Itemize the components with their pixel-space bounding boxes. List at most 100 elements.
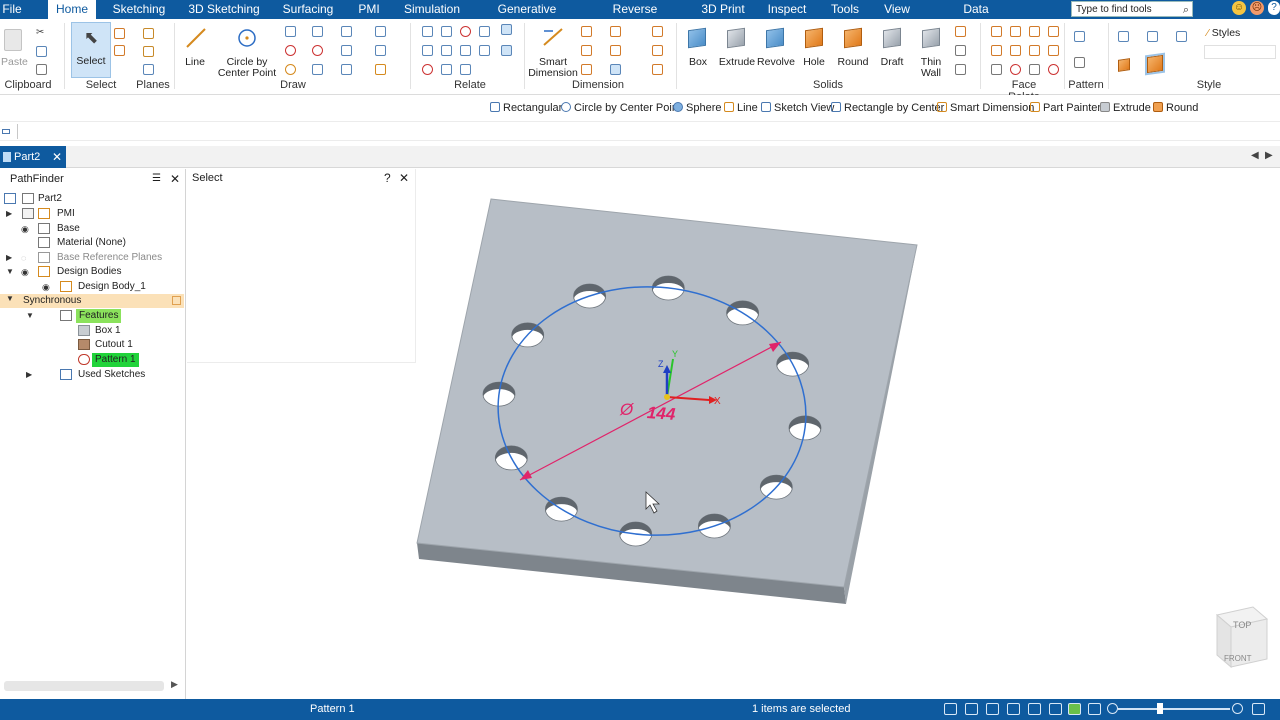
expand-icon[interactable]: ▶: [26, 368, 32, 382]
tree-part[interactable]: Part2: [4, 192, 184, 206]
find-tools-input[interactable]: Type to find tools ⌕: [1071, 1, 1193, 17]
box-icon[interactable]: [688, 27, 706, 49]
zoom-out-icon[interactable]: [1107, 703, 1118, 714]
extrude-icon[interactable]: [727, 27, 745, 49]
variable-table-icon[interactable]: [652, 26, 663, 37]
maintain-relationships-icon[interactable]: [501, 24, 512, 35]
face-options-icon[interactable]: [1048, 64, 1059, 75]
tree-features[interactable]: ▼ Features: [4, 309, 184, 323]
symmetric-icon[interactable]: [441, 64, 452, 75]
quick-sphere[interactable]: Sphere: [673, 102, 721, 114]
checkbox-icon[interactable]: [22, 208, 34, 219]
rotate-view-icon[interactable]: [1028, 703, 1041, 715]
menu-data-management[interactable]: Data Management: [928, 0, 1024, 35]
paste-icon[interactable]: [4, 29, 22, 51]
fillet-icon[interactable]: [341, 26, 352, 37]
tangent-face-icon[interactable]: [991, 45, 1002, 56]
feedback-icon[interactable]: ☹: [1250, 1, 1264, 15]
zoom-icon[interactable]: [965, 703, 978, 715]
angle-between-icon[interactable]: [581, 45, 592, 56]
sync-options-icon[interactable]: [172, 296, 181, 305]
menu-home[interactable]: Home: [48, 0, 96, 19]
dimension-axis-icon[interactable]: [652, 64, 663, 75]
angular-coordinate-icon[interactable]: [610, 45, 621, 56]
line-icon[interactable]: [185, 27, 207, 49]
diameter-value[interactable]: 144: [646, 403, 676, 424]
thin-wall-icon[interactable]: [922, 27, 940, 49]
cut-icon[interactable]: ✂: [36, 28, 46, 38]
close-icon[interactable]: ✕: [399, 171, 409, 185]
dimension-style-icon[interactable]: [610, 64, 621, 75]
select-mode-icon[interactable]: [114, 45, 125, 56]
expand-icon[interactable]: ▶: [6, 251, 12, 265]
select-button[interactable]: ⬉ Select: [71, 22, 111, 78]
coordinate-system-icon[interactable]: [143, 64, 154, 75]
lock-icon[interactable]: [479, 26, 490, 37]
tree-base-reference-planes[interactable]: ▶ ◌ Base Reference Planes: [4, 251, 184, 265]
hole-icon[interactable]: [805, 27, 823, 49]
circle-center-point-icon[interactable]: [236, 27, 258, 49]
view-style-3-icon[interactable]: [1176, 31, 1187, 42]
scroll-left-icon[interactable]: ◀: [1251, 150, 1259, 161]
window-icon[interactable]: [1252, 703, 1265, 715]
coaxial-icon[interactable]: [1048, 26, 1059, 37]
shaded-view-icon[interactable]: [1068, 703, 1081, 715]
quick-line[interactable]: Line: [724, 102, 758, 114]
menu-3d-print[interactable]: 3D Print: [699, 0, 747, 19]
horizontal-vertical-icon[interactable]: [422, 45, 433, 56]
tree-cutout-1[interactable]: Cutout 1: [4, 338, 184, 352]
view-style-1-icon[interactable]: [1118, 31, 1129, 42]
plane-icon[interactable]: [143, 28, 154, 39]
menu-inspect[interactable]: Inspect: [765, 0, 809, 19]
ellipse-icon[interactable]: [312, 45, 323, 56]
coplanar-icon[interactable]: [991, 26, 1002, 37]
shading-edges-icon[interactable]: [1145, 52, 1165, 76]
zoom-area-icon[interactable]: [944, 703, 957, 715]
distance-between-icon[interactable]: [581, 26, 592, 37]
symmetric-face-icon[interactable]: [1010, 45, 1021, 56]
tree-design-bodies[interactable]: ▼ ◉ Design Bodies: [4, 265, 184, 279]
menu-sketching[interactable]: Sketching: [108, 0, 170, 19]
view-orientation-icon[interactable]: [1088, 703, 1101, 715]
lip-icon[interactable]: [955, 64, 966, 75]
perpendicular-icon[interactable]: [479, 45, 490, 56]
parallel-face-icon[interactable]: [1010, 26, 1021, 37]
pathfinder-menu-icon[interactable]: ☰: [152, 169, 161, 189]
scroll-right-icon[interactable]: ▶: [1265, 150, 1273, 161]
tree-material[interactable]: Material (None): [4, 236, 184, 250]
arc-icon[interactable]: [285, 45, 296, 56]
smiley-icon[interactable]: ☺: [1232, 1, 1246, 15]
pathfinder-scrollbar[interactable]: [4, 681, 164, 691]
draft-icon[interactable]: [883, 27, 901, 49]
chamfer-icon[interactable]: [955, 26, 966, 37]
round-icon[interactable]: [844, 27, 862, 49]
menu-generative-design[interactable]: Generative Design: [478, 0, 576, 35]
quick-rectangle-by-center[interactable]: Rectangle by Center: [831, 102, 944, 114]
tree-pattern-1[interactable]: Pattern 1: [4, 353, 184, 367]
offset-face-icon[interactable]: [1048, 45, 1059, 56]
revolve-icon[interactable]: [766, 27, 784, 49]
quick-smart-dimension[interactable]: Smart Dimension: [937, 102, 1034, 114]
tree-box-1[interactable]: Box 1: [4, 324, 184, 338]
zoom-slider[interactable]: [1118, 708, 1230, 710]
relationship-handles-icon[interactable]: [501, 45, 512, 56]
quick-circle-center-point[interactable]: Circle by Center Point: [561, 102, 681, 114]
tree-synchronous[interactable]: ▼ Synchronous: [0, 294, 184, 308]
quick-rectangular[interactable]: Rectangular: [490, 102, 562, 114]
equal-icon[interactable]: [441, 45, 452, 56]
scroll-right-icon[interactable]: ▶: [171, 679, 178, 690]
rectangle-icon[interactable]: [285, 26, 296, 37]
smart-dimension-icon[interactable]: [541, 25, 565, 49]
aligned-icon[interactable]: [991, 64, 1002, 75]
collapse-icon[interactable]: ▼: [26, 309, 34, 323]
prompt-bar-icon[interactable]: [2, 129, 10, 134]
format-painter-icon[interactable]: [36, 64, 47, 75]
perpendicular-face-icon[interactable]: [1029, 26, 1040, 37]
plane-options-icon[interactable]: [143, 46, 154, 57]
view-style-2-icon[interactable]: [1147, 31, 1158, 42]
zoom-slider-thumb[interactable]: [1157, 703, 1163, 714]
close-icon[interactable]: ✕: [52, 146, 62, 168]
menu-simulation[interactable]: Simulation: [401, 0, 463, 19]
move-icon[interactable]: [375, 26, 386, 37]
parallel-icon[interactable]: [460, 45, 471, 56]
